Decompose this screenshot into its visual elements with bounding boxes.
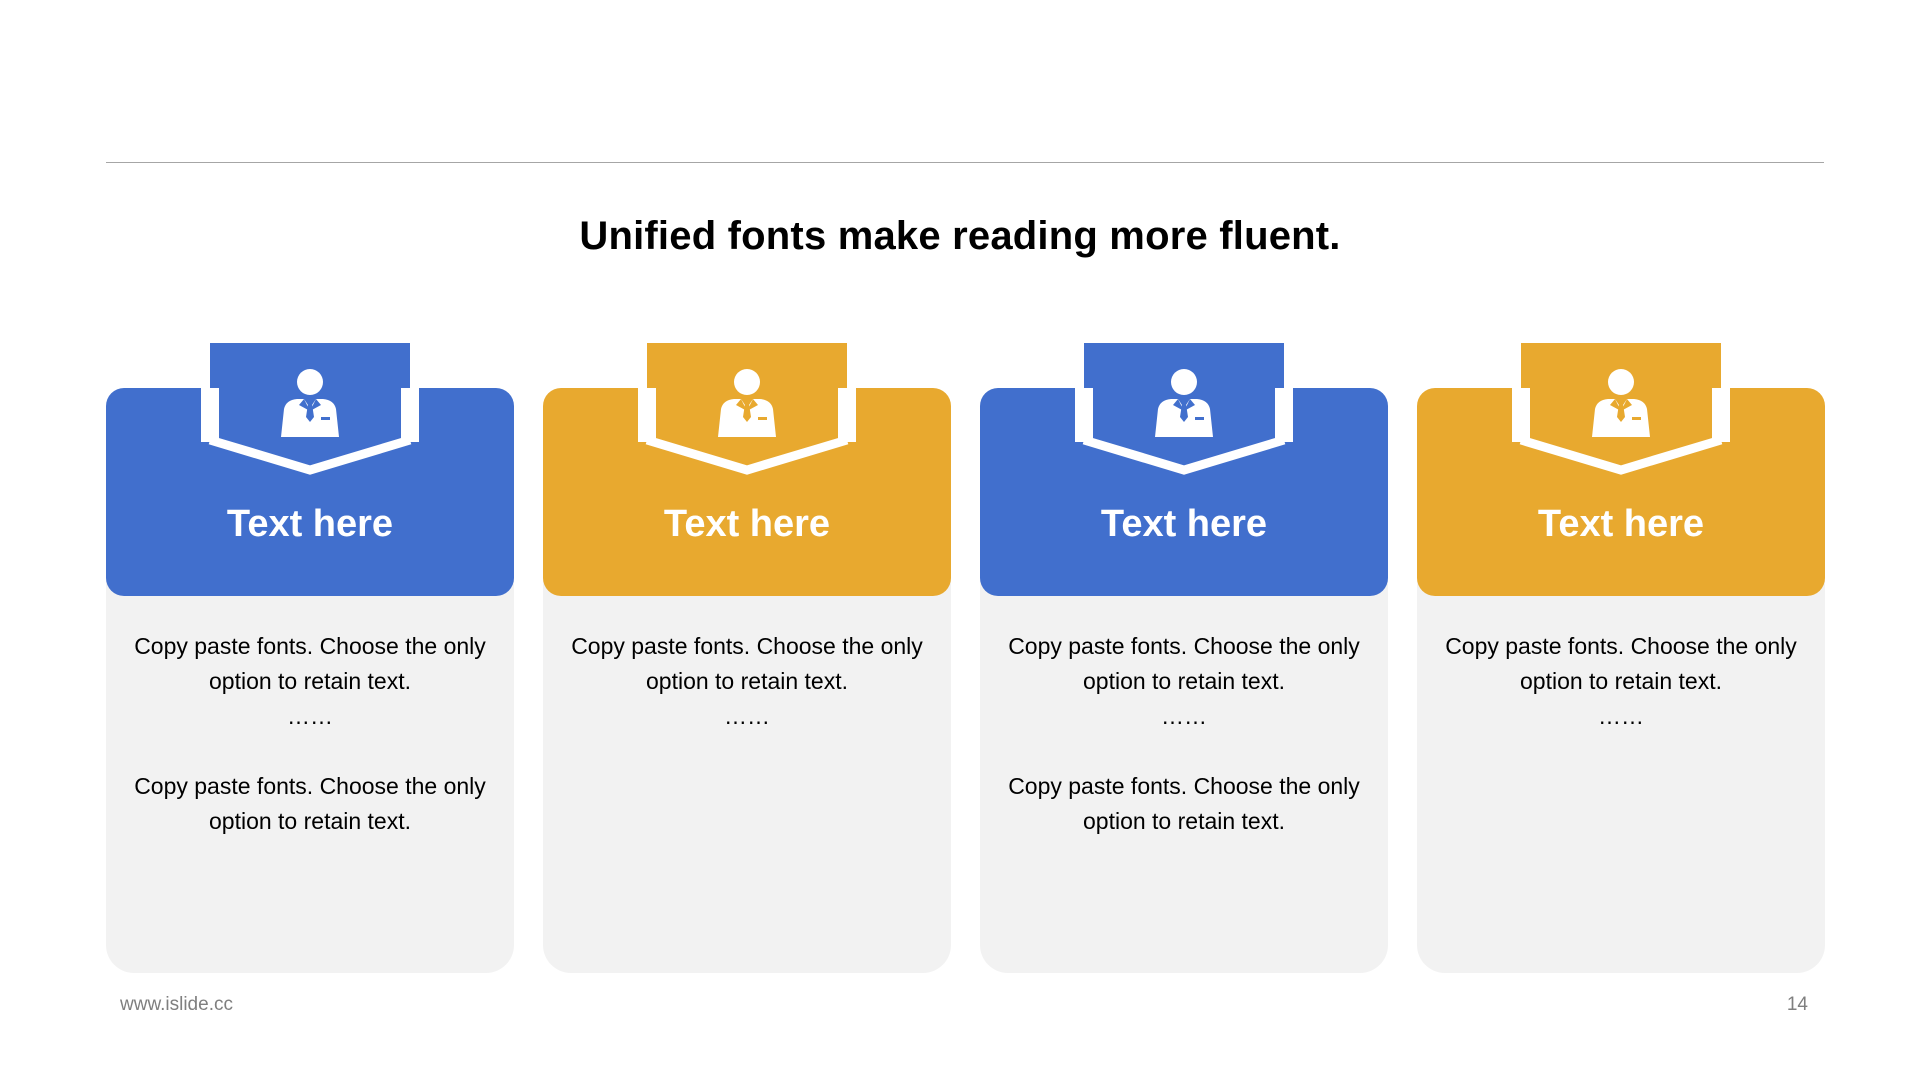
- card-line1: Copy paste fonts. Choose the only: [1445, 633, 1797, 659]
- info-card-3: Text here Copy paste fonts. Choose the o…: [980, 343, 1388, 973]
- headline: Unified fonts make reading more fluent.: [579, 214, 1341, 258]
- card-line3: Copy paste fonts. Choose the only: [1008, 773, 1360, 799]
- card-ellipsis: ……: [1598, 703, 1644, 729]
- info-card-1: Text here Copy paste fonts. Choose the o…: [106, 343, 514, 973]
- card-text: Copy paste fonts. Choose the only option …: [980, 629, 1388, 839]
- card-line1: Copy paste fonts. Choose the only: [1008, 633, 1360, 659]
- card-line3: Copy paste fonts. Choose the only: [134, 773, 486, 799]
- card-title: Text here: [663, 503, 831, 545]
- card-line1: Copy paste fonts. Choose the only: [571, 633, 923, 659]
- person-in-suit-icon: [281, 369, 339, 437]
- card-title: Text here: [1100, 503, 1268, 545]
- card-line2: option to retain text.: [645, 668, 848, 694]
- page-number: 14: [1786, 994, 1808, 1015]
- card-text: Copy paste fonts. Choose the only option …: [543, 629, 951, 734]
- person-in-suit-icon: [1155, 369, 1213, 437]
- card-title: Text here: [226, 503, 394, 545]
- person-in-suit-icon: [1592, 369, 1650, 437]
- card-ellipsis: ……: [1161, 703, 1207, 729]
- card-line2: option to retain text.: [1519, 668, 1722, 694]
- card-text: Copy paste fonts. Choose the only option …: [106, 629, 514, 839]
- card-line4: option to retain text.: [1082, 808, 1285, 834]
- card-text: Copy paste fonts. Choose the only option …: [1417, 629, 1825, 734]
- card-line2: option to retain text.: [208, 668, 411, 694]
- info-card-2: Text here Copy paste fonts. Choose the o…: [543, 343, 951, 973]
- card-ellipsis: ……: [287, 703, 333, 729]
- top-divider: [106, 162, 1824, 163]
- slide: Unified fonts make reading more fluent. …: [0, 0, 1920, 1080]
- card-line2: option to retain text.: [1082, 668, 1285, 694]
- card-line4: option to retain text.: [208, 808, 411, 834]
- card-ellipsis: ……: [724, 703, 770, 729]
- footer-url: www.islide.cc: [120, 994, 233, 1015]
- card-line1: Copy paste fonts. Choose the only: [134, 633, 486, 659]
- info-card-4: Text here Copy paste fonts. Choose the o…: [1417, 343, 1825, 973]
- card-title: Text here: [1537, 503, 1705, 545]
- person-in-suit-icon: [718, 369, 776, 437]
